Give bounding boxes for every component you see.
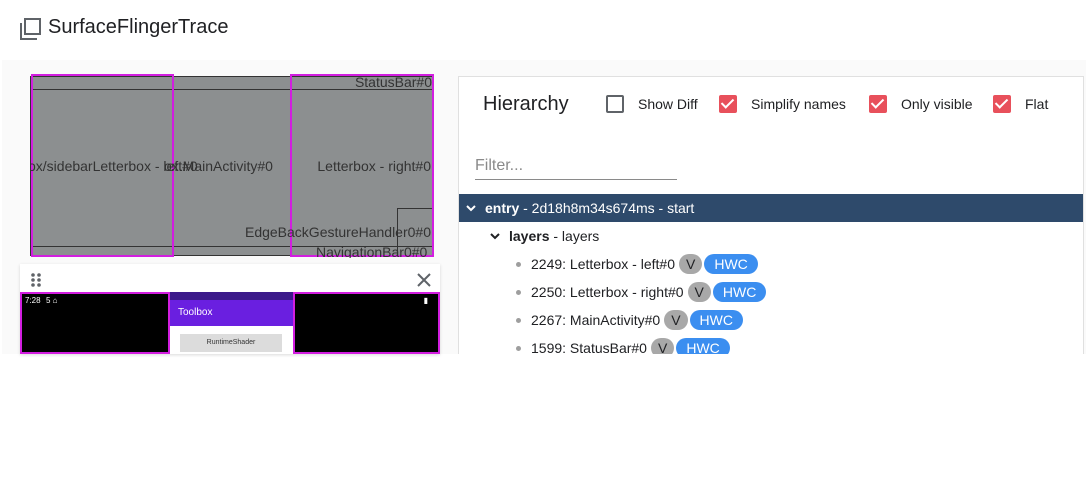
only-visible-label: Only visible <box>901 96 973 112</box>
layer-label: 2249: Letterbox - left#0 <box>531 256 675 272</box>
toolbar-title: Toolbox <box>178 307 213 318</box>
visible-chip: V <box>664 310 688 330</box>
show-diff-option[interactable]: Show Diff <box>606 93 698 115</box>
rects-view: StatusBar#0 ox/sidebarLetterbox - left#0… <box>30 74 434 258</box>
hwc-chip: HWC <box>689 310 743 330</box>
simplify-names-checkbox[interactable] <box>719 95 737 113</box>
screenshot-panel: 7:28 5 ⌂ Toolbox RuntimeShader ▮ <box>20 264 440 354</box>
entry-name: entry <box>485 200 520 216</box>
tree-node-entry[interactable]: entry - 2d18h8m34s674ms - start <box>459 194 1083 222</box>
entry-detail: - 2d18h8m34s674ms - start <box>519 200 695 216</box>
flat-label: Flat <box>1025 96 1049 112</box>
hwc-chip: HWC <box>704 254 758 274</box>
status-icons: 5 ⌂ <box>46 296 58 305</box>
show-diff-label: Show Diff <box>638 96 698 112</box>
show-diff-checkbox[interactable] <box>606 95 624 113</box>
runtime-shader-button: RuntimeShader <box>180 334 282 352</box>
layer-label: 1599: StatusBar#0 <box>531 340 647 354</box>
screenshot-left-pane: 7:28 5 ⌂ <box>20 292 170 354</box>
layers-detail: - layers <box>549 228 600 244</box>
tree-node-layer[interactable]: 2267: MainActivity#0 V HWC <box>459 306 1083 334</box>
flat-checkbox[interactable] <box>993 95 1011 113</box>
main-activity-label: ox.MainActivity#0 <box>164 158 273 174</box>
screenshot-app-pane: Toolbox RuntimeShader <box>170 292 293 354</box>
nav-bar-label: NavigationBar0#0 <box>316 244 428 258</box>
bullet-icon <box>516 345 521 351</box>
status-time: 7:28 <box>25 296 41 305</box>
hierarchy-panel: Hierarchy Show Diff Simplify names Only … <box>458 76 1084 354</box>
visible-chip: V <box>650 338 675 354</box>
visible-chip: V <box>679 254 703 274</box>
only-visible-option[interactable]: Only visible <box>869 93 973 115</box>
status-bar-label: StatusBar#0 <box>354 74 432 90</box>
bullet-icon <box>516 317 521 323</box>
tree-node-layers[interactable]: layers - layers <box>459 222 1083 250</box>
layers-name: layers <box>509 228 550 244</box>
letterbox-right-label: Letterbox - right#0 <box>317 158 431 174</box>
visible-chip: V <box>687 282 711 302</box>
bullet-icon <box>516 261 521 267</box>
chevron-down-icon[interactable] <box>489 230 501 242</box>
drag-handle-icon[interactable] <box>30 272 42 288</box>
flat-option[interactable]: Flat <box>993 93 1048 115</box>
trace-title: SurfaceFlingerTrace <box>48 16 229 38</box>
screenshot-right-pane: ▮ <box>293 292 440 354</box>
app-header: SurfaceFlingerTrace <box>0 0 1086 60</box>
tree-node-layer[interactable]: 2249: Letterbox - left#0 V HWC <box>459 250 1083 278</box>
hwc-chip: HWC <box>712 282 767 302</box>
simplify-names-option[interactable]: Simplify names <box>719 93 846 115</box>
copy-icon <box>20 18 41 40</box>
hierarchy-title: Hierarchy <box>483 93 569 115</box>
filter-input[interactable] <box>475 153 677 180</box>
bullet-icon <box>516 289 521 295</box>
tree-node-layer[interactable]: 1599: StatusBar#0 V HWC <box>459 334 1083 354</box>
layer-label: 2250: Letterbox - right#0 <box>531 284 684 300</box>
close-icon[interactable] <box>416 272 432 288</box>
only-visible-checkbox[interactable] <box>869 95 887 113</box>
layer-label: 2267: MainActivity#0 <box>531 312 661 328</box>
chevron-down-icon[interactable] <box>465 202 477 214</box>
tree-node-layer[interactable]: 2250: Letterbox - right#0 V HWC <box>459 278 1083 306</box>
hwc-chip: HWC <box>676 338 730 354</box>
device-screenshot: 7:28 5 ⌂ Toolbox RuntimeShader ▮ <box>20 292 440 354</box>
battery-icon: ▮ <box>423 296 428 305</box>
simplify-names-label: Simplify names <box>751 96 846 112</box>
gesture-label: EdgeBackGestureHandler0#0 <box>244 224 431 240</box>
